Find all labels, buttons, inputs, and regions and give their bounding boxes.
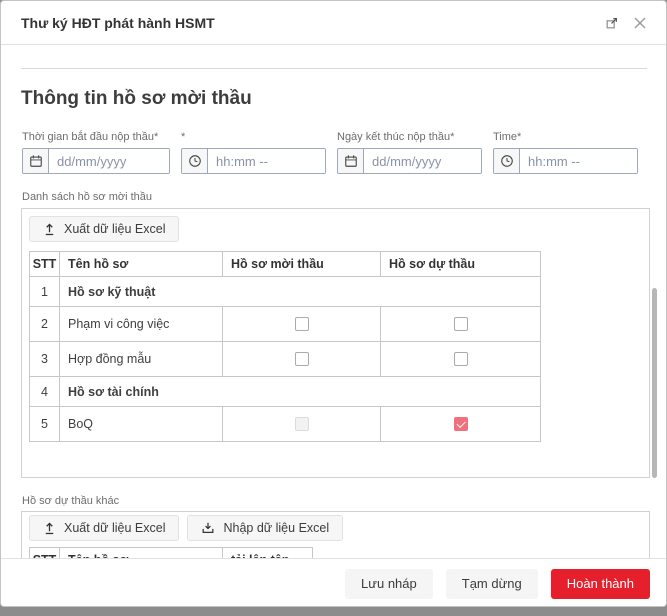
row-stt: 2 (29, 306, 60, 342)
hsdt-checkbox[interactable] (453, 352, 468, 367)
end-time-label: Time* (493, 131, 522, 143)
start-date-field: Thời gian bắt đầu nộp thầu* (22, 131, 170, 174)
start-time-label: * (181, 131, 186, 143)
table-row: 2 Phạm vi công việc (29, 306, 541, 342)
table-header-row: STT Tên hồ sơ tải lên tệp (29, 547, 313, 558)
table-header-row: STT Tên hồ sơ Hồ sơ mời thầu Hồ sơ dự th… (29, 251, 541, 277)
col-hsdt: Hồ sơ dự thầu (380, 251, 541, 277)
datetime-form: Thời gian bắt đầu nộp thầu* * (22, 131, 646, 174)
clock-icon[interactable] (494, 149, 520, 173)
row-stt: 3 (29, 341, 60, 377)
start-date-input[interactable] (49, 149, 169, 173)
hsmt-checkbox[interactable] (294, 352, 309, 367)
scrollbar-thumb[interactable] (652, 288, 657, 478)
upload-icon (45, 522, 54, 535)
download-icon (203, 522, 214, 533)
other-documents-table: STT Tên hồ sơ tải lên tệp (29, 547, 313, 558)
col-hsmt: Hồ sơ mời thầu (222, 251, 381, 277)
export-excel-label: Xuất dữ liệu Excel (64, 521, 166, 535)
clock-icon[interactable] (182, 149, 208, 173)
row-name: Hợp đồng mẫu (59, 341, 223, 377)
table-row: 5 BoQ (29, 406, 541, 442)
export-excel-label: Xuất dữ liệu Excel (64, 222, 166, 236)
start-time-field: * (181, 131, 326, 174)
export-excel-button[interactable]: Xuất dữ liệu Excel (29, 216, 180, 242)
col-name: Tên hồ sơ (59, 547, 223, 558)
divider (21, 68, 647, 69)
complete-button[interactable]: Hoàn thành (550, 568, 650, 599)
calendar-icon[interactable] (338, 149, 364, 173)
row-stt: 4 (29, 376, 60, 407)
table-row: 3 Hợp đồng mẫu (29, 341, 541, 377)
pause-button[interactable]: Tạm dừng (445, 568, 538, 599)
upload-icon (45, 223, 54, 236)
save-draft-button[interactable]: Lưu nháp (345, 568, 433, 599)
end-time-input[interactable] (520, 149, 637, 173)
other-documents-label: Hồ sơ dự thầu khác (22, 495, 120, 507)
invitation-panel: Xuất dữ liệu Excel STT Tên hồ sơ Hồ sơ m… (21, 208, 650, 478)
hsmt-checkbox-disabled (294, 417, 309, 432)
row-stt: 5 (29, 406, 60, 442)
dialog-body: Thông tin hồ sơ mời thầu Thời gian bắt đ… (1, 45, 666, 558)
col-stt: STT (29, 251, 60, 277)
end-time-field: Time* (493, 131, 638, 174)
expand-icon[interactable] (604, 15, 620, 31)
section-title: Thông tin hồ sơ mời thầu (21, 88, 252, 109)
col-name: Tên hồ sơ (59, 251, 223, 277)
dialog-footer: Lưu nháp Tạm dừng Hoàn thành (1, 558, 666, 606)
row-name: Phạm vi công việc (59, 306, 223, 342)
invitation-list-label: Danh sách hồ sơ mời thầu (22, 191, 152, 203)
import-excel-button[interactable]: Nhập dữ liệu Excel (187, 515, 344, 541)
col-stt: STT (29, 547, 60, 558)
dialog-header: Thư ký HĐT phát hành HSMT (1, 1, 666, 45)
export-excel-button[interactable]: Xuất dữ liệu Excel (29, 515, 180, 541)
start-date-label: Thời gian bắt đầu nộp thầu* (22, 131, 159, 143)
table-row: 4 Hồ sơ tài chính (29, 376, 541, 407)
col-upload: tải lên tệp (222, 547, 313, 558)
invitation-table: STT Tên hồ sơ Hồ sơ mời thầu Hồ sơ dự th… (29, 251, 541, 442)
end-date-field: Ngày kết thúc nộp thầu* (337, 131, 482, 174)
dialog-title: Thư ký HĐT phát hành HSMT (21, 14, 215, 31)
row-group-name: Hồ sơ tài chính (59, 376, 541, 407)
calendar-icon[interactable] (23, 149, 49, 173)
import-excel-label: Nhập dữ liệu Excel (223, 521, 330, 535)
end-date-label: Ngày kết thúc nộp thầu* (337, 131, 455, 143)
row-stt: 1 (29, 276, 60, 307)
close-icon[interactable] (632, 15, 648, 31)
table-row: 1 Hồ sơ kỹ thuật (29, 276, 541, 307)
modal-dialog: Thư ký HĐT phát hành HSMT Thông tin hồ s… (0, 0, 667, 607)
row-name: BoQ (59, 406, 223, 442)
hsdt-checkbox-checked (453, 417, 468, 432)
other-documents-panel: Xuất dữ liệu Excel Nhập dữ liệu Excel ST… (21, 511, 650, 558)
hsmt-checkbox[interactable] (294, 317, 309, 332)
hsdt-checkbox[interactable] (453, 317, 468, 332)
end-date-input[interactable] (364, 149, 481, 173)
start-time-input[interactable] (208, 149, 325, 173)
row-group-name: Hồ sơ kỹ thuật (59, 276, 541, 307)
